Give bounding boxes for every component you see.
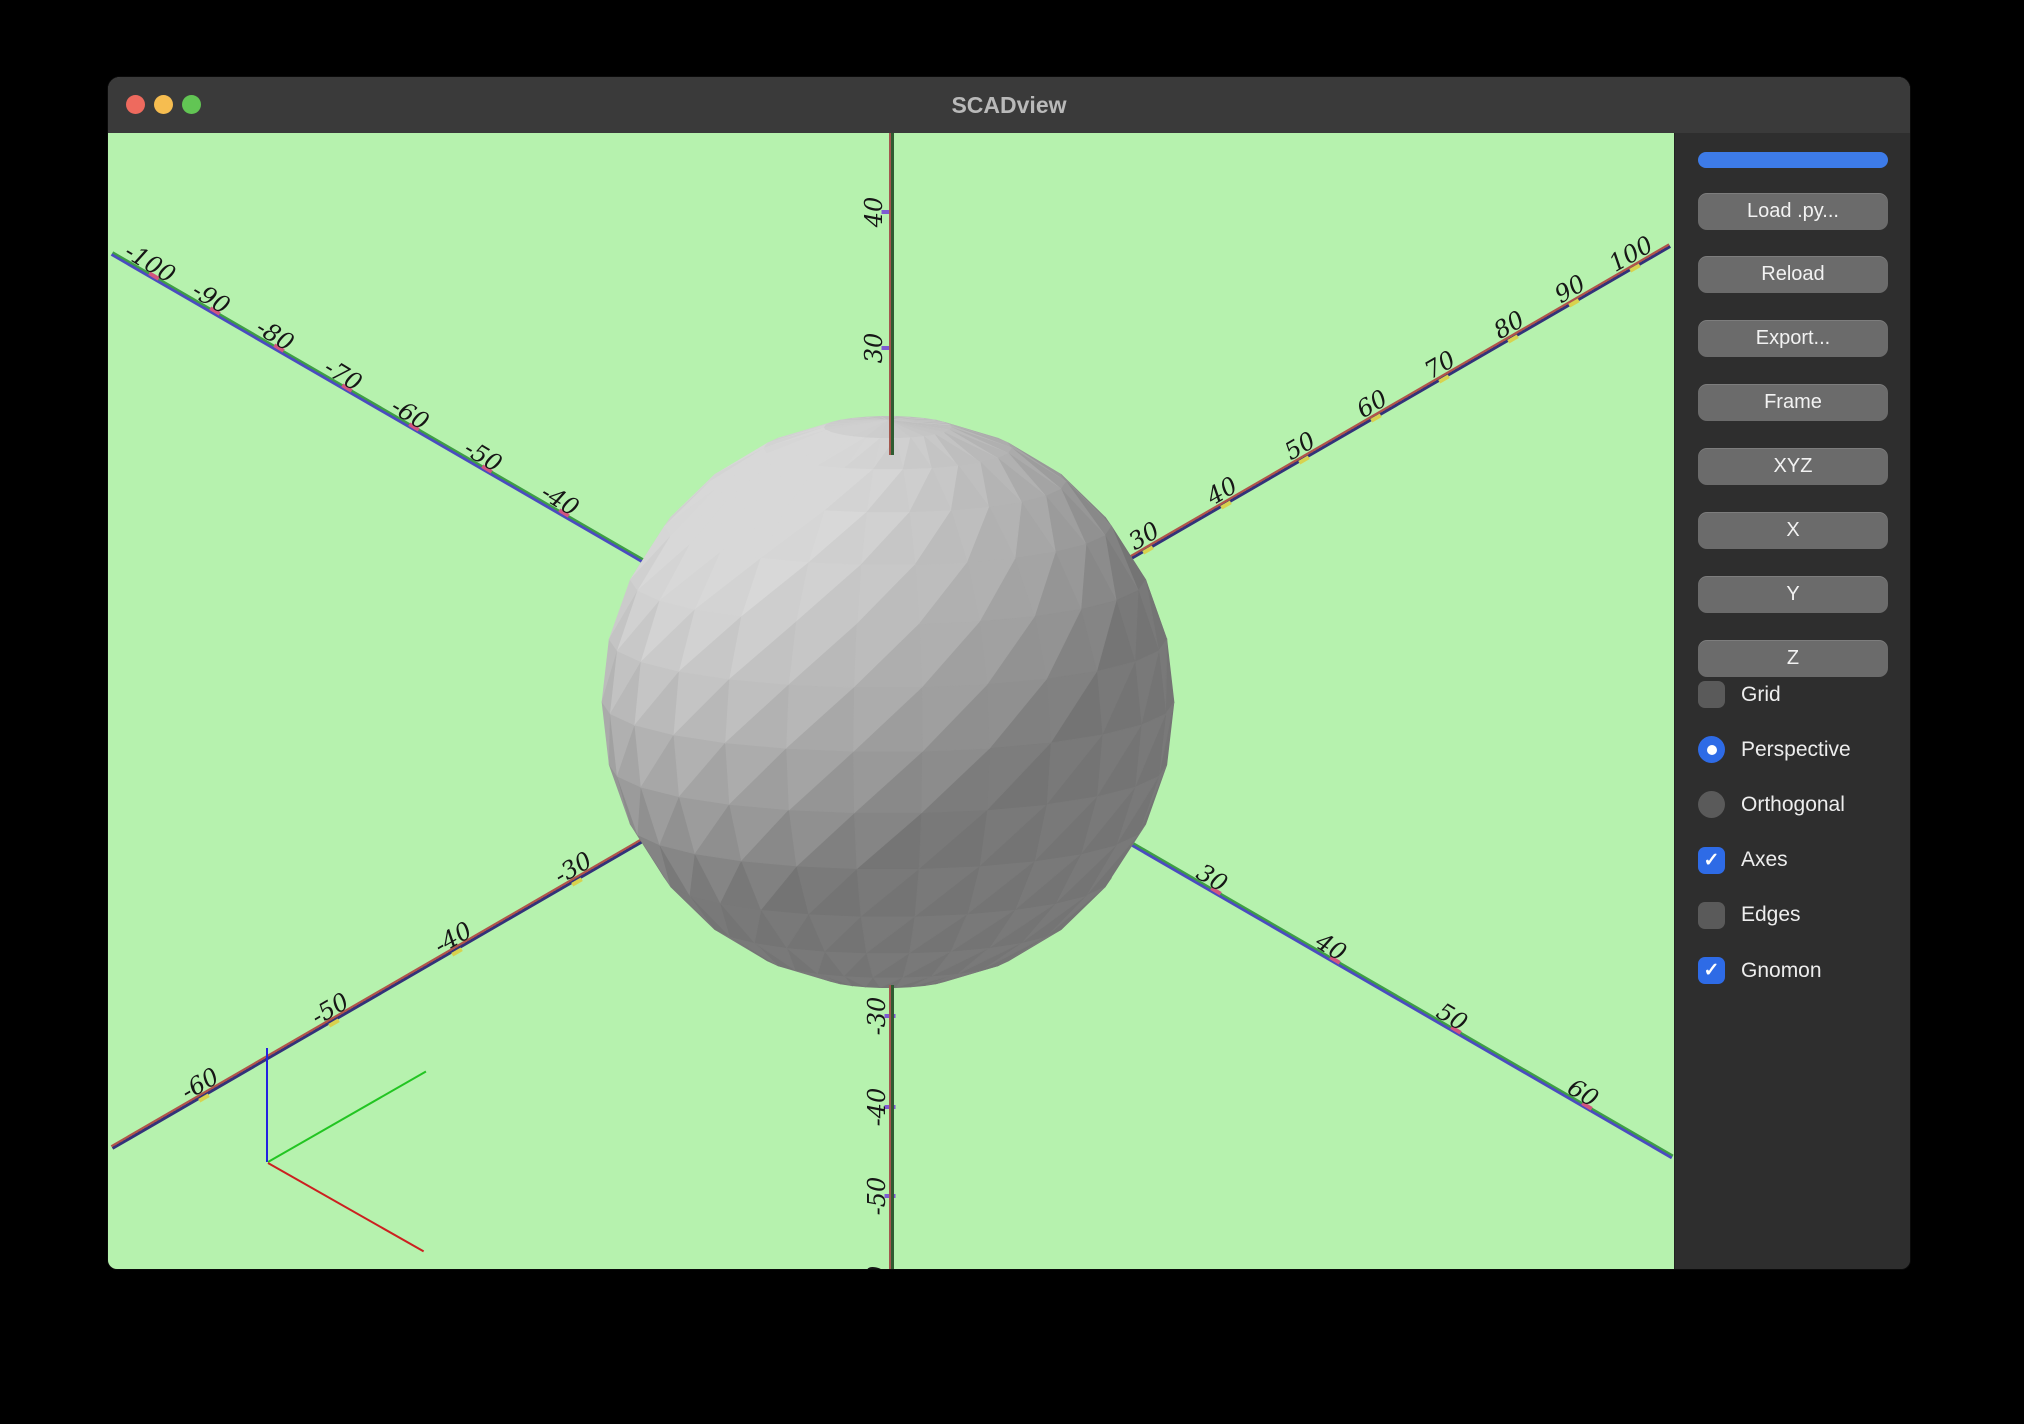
toggle-orthogonal[interactable]: Orthogonal [1698, 777, 1898, 832]
reload-button[interactable]: Reload [1698, 256, 1888, 293]
x-axis-positive-label: 50 [1279, 426, 1321, 466]
y-view-button[interactable]: Y [1698, 576, 1888, 613]
y-axis-positive-label: 50 [1431, 997, 1473, 1037]
xyz-view-button[interactable]: XYZ [1698, 448, 1888, 485]
toggle-edges[interactable]: Edges [1698, 888, 1898, 943]
z-axis-line-top [889, 133, 894, 455]
y-axis-positive-label: 40 [1310, 927, 1352, 967]
app-window: SCADview 30 40 50 60 70 80 90 100 -30 -40 -50 -60 -1… [108, 77, 1910, 1269]
toggle-label: Orthogonal [1741, 792, 1845, 816]
toggle-label: Perspective [1741, 737, 1851, 761]
toggle-label: Gnomon [1741, 958, 1822, 982]
checkbox-axes-checked-icon[interactable]: ✓ [1698, 846, 1725, 874]
y-axis-negative-label: -50 [459, 434, 507, 478]
desktop-background: SCADview 30 40 50 60 70 80 90 100 -30 -40 -50 -60 -1… [0, 0, 2024, 1424]
toggle-list: Grid Perspective Orthogonal ✓ Axes Edges ✓ Gnom… [1698, 667, 1898, 998]
x-axis-negative-label: -50 [306, 987, 354, 1031]
z-axis-negative-label: -30 [863, 996, 891, 1036]
toggle-label: Grid [1741, 682, 1781, 706]
progress-bar [1698, 152, 1888, 168]
y-axis-negative-label: -80 [251, 313, 299, 357]
sphere-model [601, 416, 1175, 989]
y-axis-negative-label: -90 [187, 276, 235, 320]
gnomon-axis [267, 1070, 427, 1163]
load-py-button[interactable]: Load .py... [1698, 193, 1888, 230]
radio-orthogonal-unchecked-icon[interactable] [1698, 791, 1725, 819]
z-axis-positive-label: 30 [860, 332, 888, 364]
z-axis-positive-label: 40 [860, 196, 888, 228]
z-axis-negative-label: -40 [863, 1087, 891, 1127]
toggle-label: Edges [1741, 903, 1801, 927]
x-axis-negative-label: -30 [549, 846, 597, 890]
gnomon-axis [266, 1048, 268, 1162]
toggle-grid[interactable]: Grid [1698, 667, 1898, 722]
frame-button[interactable]: Frame [1698, 384, 1888, 421]
window-title: SCADview [951, 92, 1067, 118]
x-axis-negative-label: -60 [176, 1062, 224, 1106]
checkbox-edges-unchecked-icon[interactable] [1698, 901, 1725, 929]
x-view-button[interactable]: X [1698, 512, 1888, 549]
x-axis-positive-label: 80 [1488, 305, 1530, 345]
y-axis-negative-label: -70 [319, 353, 367, 397]
toggle-perspective[interactable]: Perspective [1698, 722, 1898, 777]
toggle-gnomon[interactable]: ✓ Gnomon [1698, 943, 1898, 998]
toggle-label: Axes [1741, 848, 1788, 872]
gnomon-axis [267, 1162, 425, 1253]
x-axis-positive-label: 40 [1201, 471, 1243, 511]
viewport-3d[interactable]: 30 40 50 60 70 80 90 100 -30 -40 -50 -60 -100 -90 -80-… [108, 133, 1674, 1269]
z-axis-negative-label: -60 [863, 1266, 891, 1269]
y-axis-negative-label: -40 [536, 478, 584, 522]
radio-perspective-checked-icon[interactable] [1698, 736, 1725, 764]
y-axis-positive-label: 30 [1191, 858, 1233, 898]
sidebar: Load .py... Reload Export... Frame XYZ X… [1674, 133, 1910, 1269]
x-axis-positive-label: 90 [1549, 269, 1591, 309]
y-axis-positive-label: 60 [1562, 1073, 1604, 1113]
checkbox-gnomon-checked-icon[interactable]: ✓ [1698, 957, 1725, 985]
toggle-axes[interactable]: ✓ Axes [1698, 833, 1898, 888]
z-axis-negative-label: -50 [863, 1176, 891, 1216]
x-axis-negative-label: -40 [429, 916, 477, 960]
titlebar[interactable]: SCADview [108, 77, 1910, 134]
y-axis-negative-label: -60 [386, 392, 434, 436]
x-axis-positive-label: 60 [1351, 384, 1393, 424]
checkbox-grid-unchecked-icon[interactable] [1698, 681, 1725, 709]
export-button[interactable]: Export... [1698, 320, 1888, 357]
y-axis-negative-label: -100 [119, 237, 181, 289]
x-axis-positive-label: 70 [1419, 345, 1461, 385]
